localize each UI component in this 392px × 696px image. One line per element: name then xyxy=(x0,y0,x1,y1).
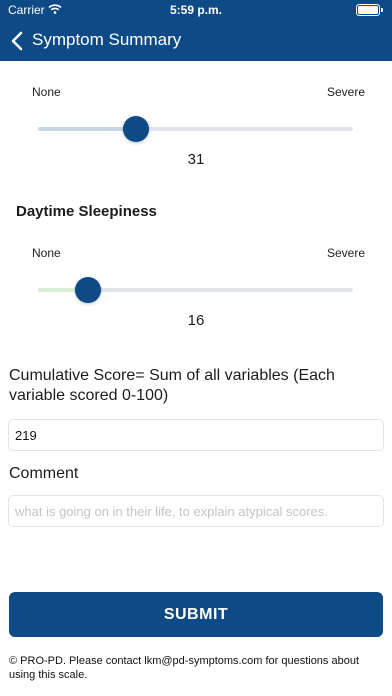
back-button[interactable]: Symptom Summary xyxy=(10,28,190,54)
slider-thumb[interactable] xyxy=(122,116,149,142)
cumulative-score-field[interactable] xyxy=(8,419,384,451)
app-header: Carrier 5:59 p.m. Symptom Summary xyxy=(0,0,392,61)
slider-min-label: None xyxy=(32,246,61,260)
comment-label: Comment xyxy=(9,465,79,482)
page-title: Symptom Summary xyxy=(32,30,182,49)
slider-max-label: Severe xyxy=(327,85,366,99)
clock: 5:59 p.m. xyxy=(169,3,223,17)
chevron-left-icon xyxy=(11,31,23,51)
submit-button[interactable]: SUBMIT xyxy=(9,592,383,637)
slider-max-label: Severe xyxy=(327,246,366,260)
section-title-daytime-sleepiness: Daytime Sleepiness xyxy=(16,203,157,220)
slider-min-label: None xyxy=(32,85,61,99)
comment-field[interactable] xyxy=(8,495,384,527)
footer-text: © PRO-PD. Please contact lkm@pd-symptoms… xyxy=(9,655,360,681)
slider-fill xyxy=(38,127,136,131)
battery-icon xyxy=(356,4,383,16)
slider-thumb[interactable] xyxy=(75,277,102,303)
symptom-slider[interactable] xyxy=(38,116,353,142)
slider-value: 31 xyxy=(187,151,205,168)
slider-value: 16 xyxy=(187,312,205,329)
daytime-sleepiness-slider[interactable] xyxy=(38,277,353,303)
status-bar: Carrier 5:59 p.m. xyxy=(0,0,392,22)
cumulative-score-label: Cumulative Score= Sum of all variables (… xyxy=(9,367,335,404)
